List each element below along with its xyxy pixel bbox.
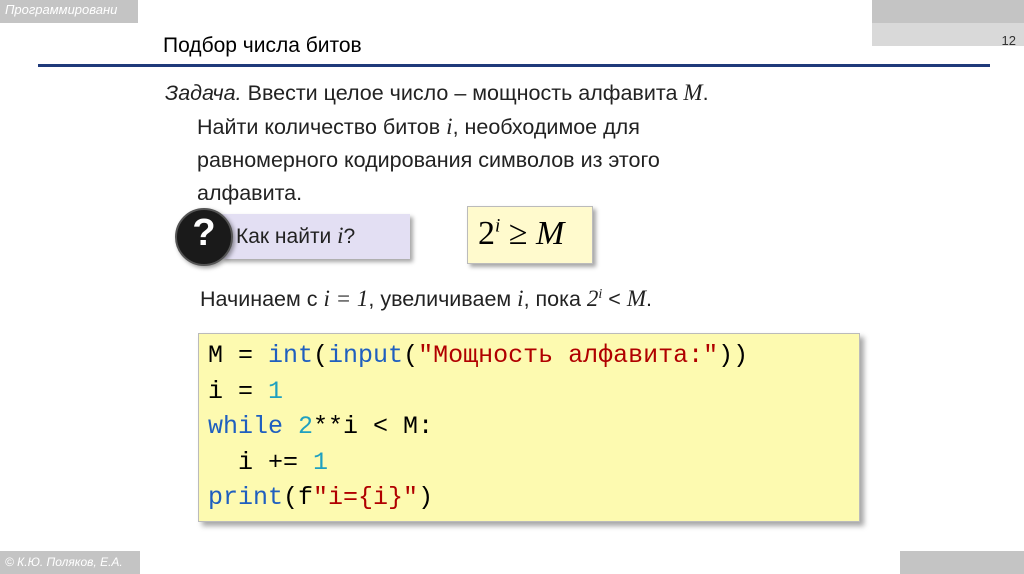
question-glyph: ? — [192, 212, 216, 254]
code-line-5: print(f"i={i}") — [208, 483, 433, 512]
code-line-2: i = 1 — [208, 377, 283, 406]
code-token: ( — [403, 341, 419, 370]
code-line-4: i += 1 — [208, 448, 328, 477]
task-lead: Задача. — [165, 81, 242, 105]
code-token: i = — [208, 376, 269, 406]
title-divider — [38, 64, 990, 67]
task-description: Задача. Ввести целое число – мощность ал… — [165, 76, 865, 210]
begin-c: , пока — [523, 287, 587, 311]
page-number-bar — [872, 0, 1024, 23]
code-token: i += — [208, 447, 314, 477]
question-end: ? — [343, 225, 356, 248]
code-token: M = — [208, 341, 269, 370]
code-token: ( — [313, 341, 329, 370]
footer-credit-bar: © К.Ю. Поляков, Е.А. — [0, 551, 140, 574]
code-keyword: while — [208, 412, 284, 441]
course-label-bar: Программировани — [0, 0, 138, 23]
formula: 2i ≥ M — [478, 215, 564, 253]
code-number: 1 — [313, 447, 329, 477]
formula-base: 2 — [478, 215, 495, 252]
code-number: 2 — [298, 412, 314, 441]
code-number: 1 — [268, 376, 284, 406]
page-number-bar-fill: 12 — [872, 23, 1024, 48]
task-var-m: M — [683, 80, 703, 105]
task-line1: Ввести целое число – мощность алфавита — [241, 81, 684, 105]
question-text: Как найти i? — [236, 223, 355, 249]
code-token: )) — [718, 341, 749, 370]
task-line1-end: . — [702, 81, 709, 105]
code-keyword: int — [268, 341, 314, 370]
begin-text: Начинаем с i = 1, увеличиваем i, пока 2i… — [200, 286, 652, 312]
code-token: (f — [283, 483, 314, 512]
begin-cond: i = 1 — [323, 286, 369, 311]
code-keyword: print — [208, 483, 284, 512]
begin-b: , увеличиваем — [368, 287, 518, 311]
question-box: Как найти i? — [222, 214, 410, 259]
code-line-1: M = int(input("Мощность алфавита:")) — [208, 341, 748, 370]
question-mark-icon: ? — [175, 208, 233, 266]
begin-end: . — [646, 287, 652, 311]
task-line3: равномерного кодирования символов из это… — [197, 148, 660, 172]
formula-rhs: M — [535, 215, 565, 252]
formula-op: ≥ — [500, 215, 536, 252]
begin-a: Начинаем с — [200, 287, 324, 311]
question-label: Как найти — [236, 225, 338, 248]
code-token: ) — [418, 483, 434, 512]
slide-title: Подбор числа битов — [163, 34, 362, 57]
code-token: **i < M: — [313, 412, 434, 441]
code-box: M = int(input("Мощность алфавита:")) i =… — [198, 333, 860, 522]
course-label: Программировани — [5, 2, 118, 17]
footer-right-bar — [900, 551, 1024, 574]
footer-credit: © К.Ю. Поляков, Е.А. — [5, 555, 123, 569]
formula-box: 2i ≥ M — [467, 206, 593, 264]
page-number: 12 — [1001, 33, 1016, 48]
code-keyword: input — [328, 341, 404, 370]
code-string: "Мощность алфавита:" — [418, 341, 719, 370]
code-block: M = int(input("Мощность алфавита:")) i =… — [208, 338, 748, 516]
task-line2a: Найти количество битов — [197, 115, 447, 139]
begin-lt: < — [602, 287, 627, 311]
task-line2b: , необходимое для — [452, 115, 640, 139]
code-line-3: while 2**i < M: — [208, 412, 433, 441]
task-line2: Найти количество битов i, необходимое дл… — [165, 110, 865, 144]
begin-base: 2 — [586, 286, 599, 311]
code-string: "i={i}" — [313, 483, 419, 512]
begin-m: M — [626, 286, 646, 311]
